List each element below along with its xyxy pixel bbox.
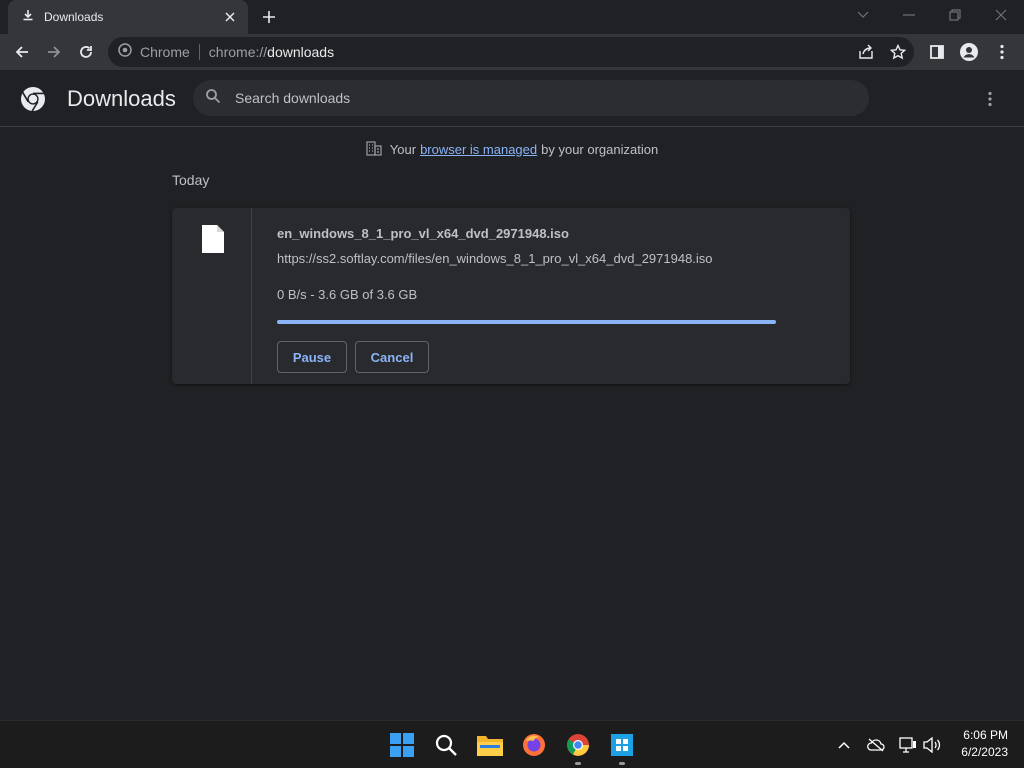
start-icon[interactable] (386, 729, 418, 761)
profile-icon[interactable] (955, 38, 983, 66)
building-icon (366, 140, 382, 159)
clock-date: 6/2/2023 (961, 745, 1008, 759)
omnibox-site-label: Chrome (140, 44, 190, 60)
windows-store-icon[interactable] (606, 729, 638, 765)
omnibox-url[interactable]: chrome://downloads (209, 44, 334, 60)
chrome-site-icon (118, 42, 132, 62)
date-section-label: Today (172, 172, 210, 188)
bookmark-star-icon[interactable] (889, 43, 907, 61)
toolbar: Chrome chrome://downloads (0, 34, 1024, 70)
page-title: Downloads (67, 86, 176, 111)
download-status: 0 B/s - 3.6 GB of 3.6 GB (277, 287, 418, 302)
clock[interactable]: 6:06 PM 6/2/2023 (948, 727, 1016, 763)
url-host: downloads (267, 44, 335, 60)
managed-notice: Your browser is managed by your organiza… (0, 140, 1024, 158)
close-window-icon[interactable] (978, 0, 1024, 30)
close-tab-icon[interactable] (222, 9, 238, 25)
file-explorer-icon[interactable] (474, 729, 506, 761)
file-icon (202, 225, 224, 258)
search-downloads-input[interactable] (235, 90, 835, 106)
download-icon-area (172, 208, 252, 384)
download-item: en_windows_8_1_pro_vl_x64_dvd_2971948.is… (172, 208, 850, 384)
store-running-indicator (619, 762, 625, 765)
new-tab-icon[interactable] (259, 7, 279, 27)
download-icon (22, 8, 34, 26)
forward-icon[interactable] (40, 38, 68, 66)
taskbar: 6:06 PM 6/2/2023 (0, 720, 1024, 768)
progress-bar (277, 320, 776, 324)
browser-managed-link[interactable]: browser is managed (420, 142, 537, 157)
cancel-button[interactable]: Cancel (355, 341, 429, 373)
search-icon (205, 88, 221, 109)
volume-icon[interactable] (922, 735, 942, 755)
minimize-icon[interactable] (886, 0, 932, 30)
reload-icon[interactable] (72, 38, 100, 66)
search-box[interactable] (193, 80, 869, 116)
file-url-link[interactable]: https://ss2.softlay.com/files/en_windows… (277, 251, 713, 266)
restore-icon[interactable] (932, 0, 978, 30)
network-icon[interactable] (898, 735, 918, 755)
search-icon[interactable] (430, 729, 462, 761)
chevron-up-icon[interactable] (834, 735, 854, 755)
share-icon[interactable] (857, 43, 875, 61)
managed-prefix: Your (389, 141, 417, 157)
tab-downloads[interactable]: Downloads (8, 0, 248, 34)
onedrive-offline-icon[interactable] (866, 735, 886, 755)
tab-search-icon[interactable] (840, 0, 886, 30)
firefox-icon[interactable] (518, 729, 550, 761)
progress-fill (277, 320, 776, 324)
menu-kebab-icon[interactable] (988, 38, 1016, 66)
omnibox-separator (198, 44, 200, 60)
pause-button[interactable]: Pause (277, 341, 347, 373)
managed-suffix: by your organization (541, 141, 659, 157)
tab-strip: Downloads (0, 0, 1024, 34)
chrome-logo-icon (20, 86, 46, 117)
back-icon[interactable] (8, 38, 36, 66)
url-scheme: chrome:// (208, 44, 268, 60)
tab-title: Downloads (44, 10, 104, 24)
clock-time: 6:06 PM (963, 728, 1008, 742)
file-name: en_windows_8_1_pro_vl_x64_dvd_2971948.is… (277, 226, 569, 241)
chrome-icon[interactable] (562, 729, 594, 765)
downloads-header: Downloads (0, 70, 1024, 127)
chrome-running-indicator (575, 762, 581, 765)
downloads-menu-icon[interactable] (978, 87, 1002, 111)
omnibox[interactable]: Chrome chrome://downloads (108, 37, 914, 67)
side-panel-icon[interactable] (923, 38, 951, 66)
